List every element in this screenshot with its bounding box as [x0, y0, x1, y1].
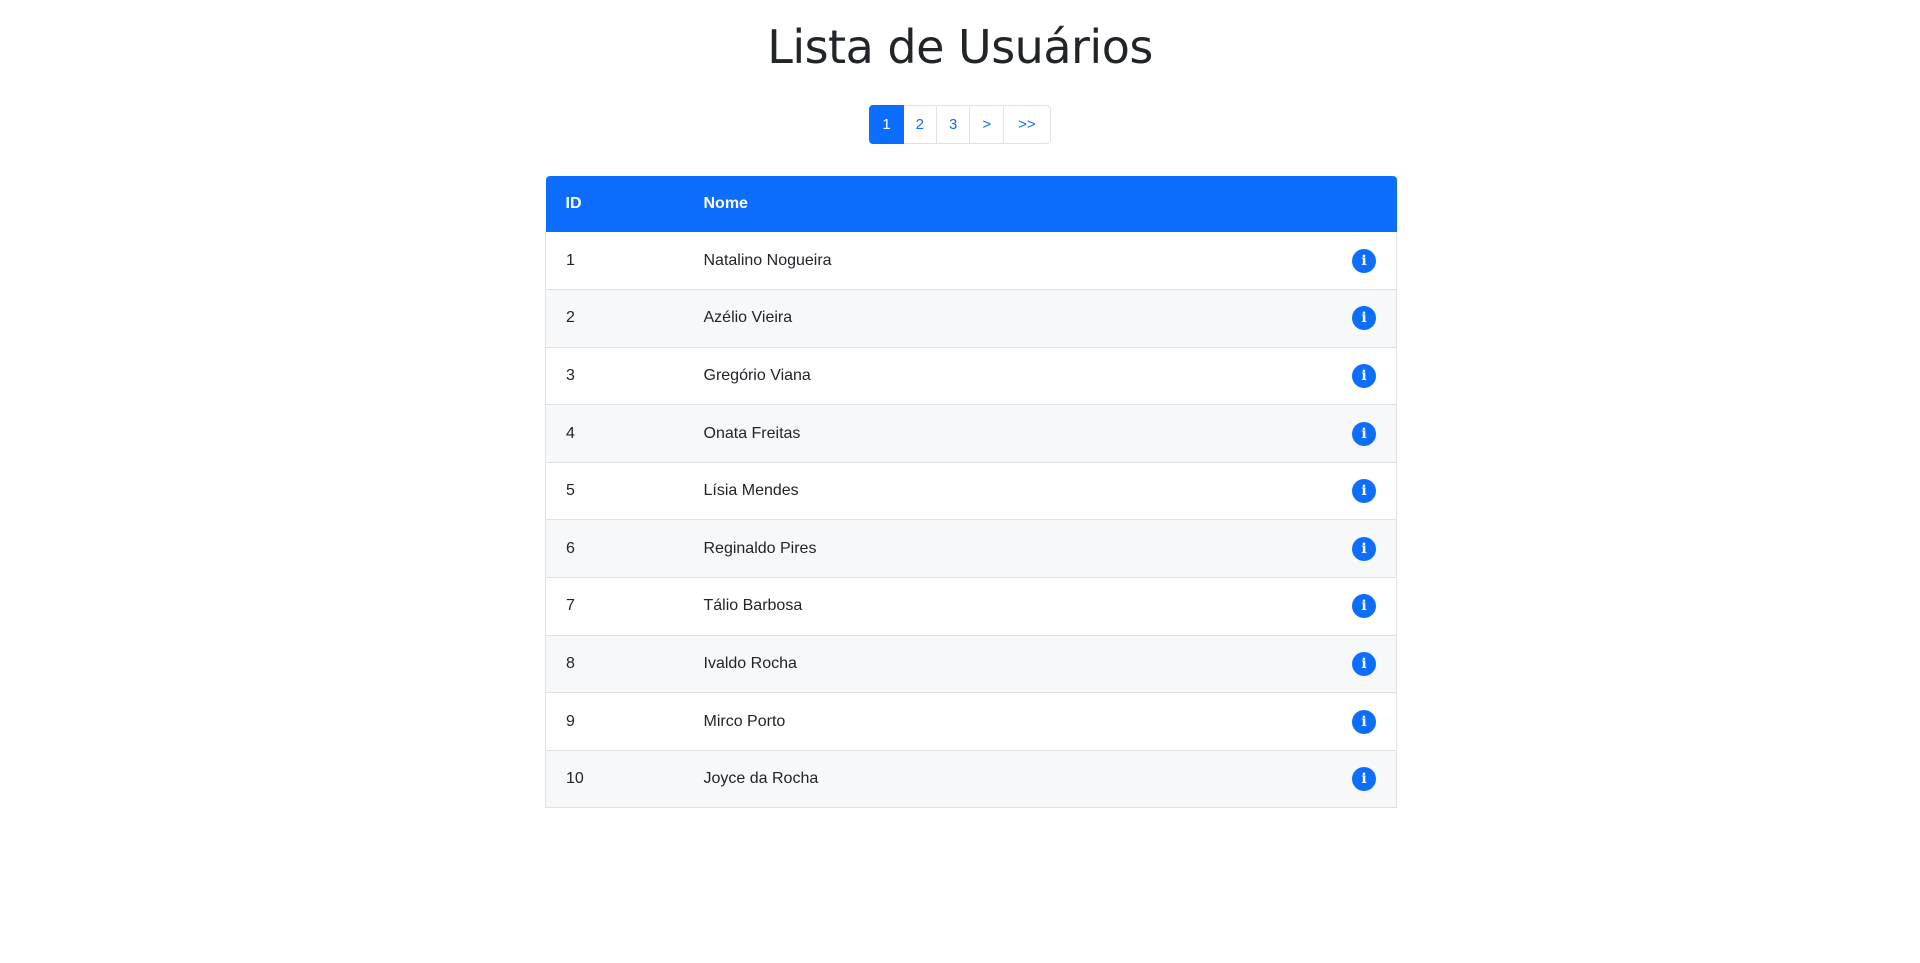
cell-id: 6: [566, 539, 575, 557]
table-row: 7 Tálio Barbosa i: [545, 578, 1397, 636]
info-icon[interactable]: i: [1352, 536, 1376, 561]
cell-name: Natalino Nogueira: [703, 251, 832, 269]
cell-name: Gregório Viana: [703, 366, 811, 384]
cell-name: Azélio Vieira: [703, 309, 793, 327]
column-header-name: Nome: [703, 195, 748, 212]
cell-id: 2: [566, 309, 575, 327]
table-header-row: ID Nome: [545, 176, 1397, 232]
page-link-2[interactable]: 2: [902, 105, 938, 144]
page-link-last[interactable]: >>: [1003, 105, 1051, 144]
table-row: 9 Mirco Porto i: [545, 693, 1397, 751]
page-link-3[interactable]: 3: [936, 105, 971, 144]
cell-id: 3: [566, 366, 575, 384]
info-icon[interactable]: i: [1352, 767, 1376, 792]
table-row: 3 Gregório Viana i: [545, 347, 1397, 405]
cell-id: 5: [566, 482, 575, 500]
page-link-1[interactable]: 1: [869, 105, 904, 144]
cell-actions: i: [1332, 290, 1397, 348]
page-link-next[interactable]: >: [969, 105, 1005, 144]
users-table: ID Nome 1 Natalino Nogueira i 2 Azélio V…: [545, 176, 1397, 808]
table-row: 2 Azélio Vieira i: [545, 289, 1397, 348]
info-icon[interactable]: i: [1352, 363, 1376, 388]
column-header-id: ID: [565, 195, 582, 212]
cell-actions: i: [1332, 750, 1397, 808]
table-row: 6 Reginaldo Pires i: [545, 519, 1397, 578]
cell-name: Ivaldo Rocha: [703, 654, 797, 672]
cell-actions: i: [1332, 405, 1397, 463]
info-icon[interactable]: i: [1352, 421, 1376, 446]
table-row: 1 Natalino Nogueira i: [545, 232, 1397, 290]
table-row: 5 Lísia Mendes i: [545, 462, 1397, 520]
cell-actions: i: [1332, 232, 1397, 290]
table-header: ID Nome: [545, 176, 1397, 232]
cell-id: 7: [566, 597, 575, 615]
info-icon[interactable]: i: [1352, 709, 1376, 734]
cell-id: 4: [566, 424, 575, 442]
info-icon[interactable]: i: [1352, 479, 1376, 504]
users-table-container: ID Nome 1 Natalino Nogueira i 2 Azélio V…: [545, 176, 1397, 808]
info-icon[interactable]: i: [1352, 248, 1376, 273]
cell-name: Onata Freitas: [703, 424, 801, 442]
cell-name: Lísia Mendes: [703, 482, 799, 500]
cell-actions: i: [1332, 347, 1397, 405]
info-icon[interactable]: i: [1352, 306, 1376, 331]
cell-id: 10: [566, 770, 584, 788]
cell-name: Tálio Barbosa: [703, 597, 803, 615]
cell-actions: i: [1332, 520, 1397, 578]
info-icon[interactable]: i: [1352, 651, 1376, 676]
table-body: 1 Natalino Nogueira i 2 Azélio Vieira i …: [545, 232, 1397, 808]
page-title: Lista de Usuários: [767, 20, 1153, 74]
table-row: 8 Ivaldo Rocha i: [545, 635, 1397, 693]
cell-name: Joyce da Rocha: [703, 770, 819, 788]
cell-actions: i: [1332, 462, 1397, 520]
cell-actions: i: [1332, 635, 1397, 693]
cell-actions: i: [1332, 578, 1397, 636]
cell-id: 1: [566, 251, 575, 269]
table-row: 10 Joyce da Rocha i: [545, 750, 1397, 808]
table-row: 4 Onata Freitas i: [545, 404, 1397, 463]
info-icon[interactable]: i: [1352, 594, 1376, 619]
column-header-actions: [1332, 176, 1397, 232]
cell-actions: i: [1332, 693, 1397, 751]
cell-id: 9: [566, 712, 575, 730]
cell-name: Mirco Porto: [703, 712, 786, 730]
cell-name: Reginaldo Pires: [703, 539, 817, 557]
pagination: 1 2 3 > >>: [0, 105, 1920, 144]
cell-id: 8: [566, 654, 575, 672]
